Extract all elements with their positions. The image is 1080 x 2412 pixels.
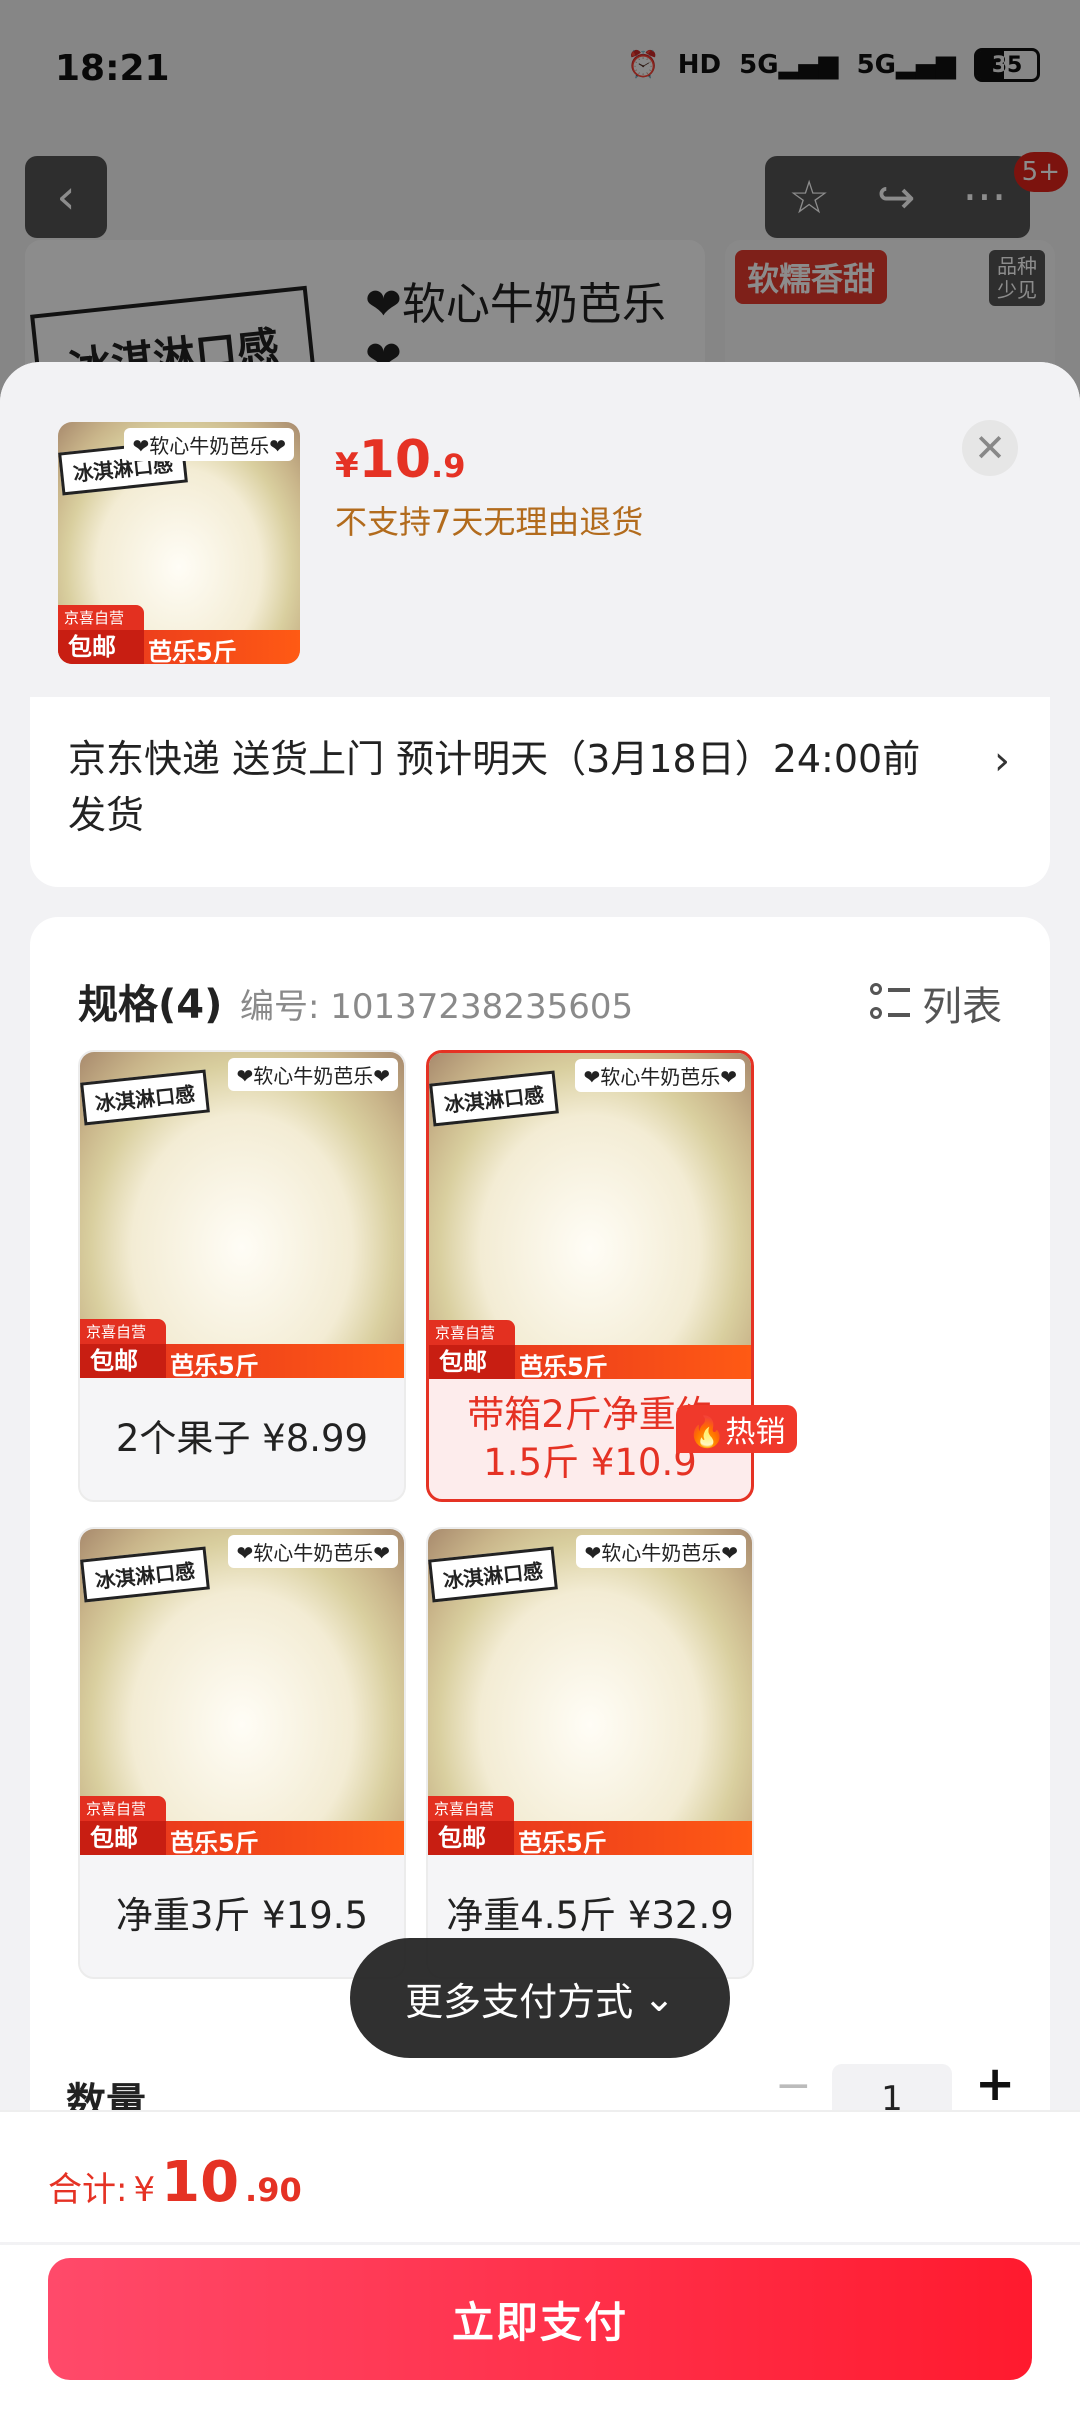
sheet-header: 冰淇淋口感 ❤软心牛奶芭乐❤ 京喜自营 芭乐5斤 包邮 ¥10.9 不支持7天无… bbox=[0, 362, 1080, 697]
spec-option-1[interactable]: 冰淇淋口感 ❤软心牛奶芭乐❤ 京喜自营 芭乐5斤 包邮 2个果子 ¥8.99 bbox=[78, 1050, 406, 1502]
more-payment-toast[interactable]: 更多支付方式 ⌄ bbox=[350, 1938, 730, 2058]
spec-option-4[interactable]: 冰淇淋口感 ❤软心牛奶芭乐❤ 京喜自营 芭乐5斤 包邮 净重4.5斤 ¥32.9 bbox=[426, 1527, 754, 1979]
total-price: 合计: ¥10.90 bbox=[48, 2150, 302, 2215]
list-view-toggle[interactable]: 列表 bbox=[870, 974, 1002, 1032]
pay-now-button[interactable]: 立即支付 bbox=[48, 2258, 1032, 2380]
quantity-increase-button[interactable]: + bbox=[975, 2056, 1015, 2112]
product-price: ¥10.9 bbox=[335, 430, 466, 490]
spec-option-image: 冰淇淋口感 ❤软心牛奶芭乐❤ 京喜自营 芭乐5斤 包邮 bbox=[80, 1052, 404, 1378]
spec-option-label: 2个果子 ¥8.99 bbox=[115, 1417, 369, 1460]
spec-option-3[interactable]: 冰淇淋口感 ❤软心牛奶芭乐❤ 京喜自营 芭乐5斤 包邮 净重3斤 ¥19.5 bbox=[78, 1527, 406, 1979]
spec-option-label: 净重3斤 ¥19.5 bbox=[115, 1894, 369, 1937]
checkout-footer: 合计: ¥10.90 立即支付 bbox=[0, 2110, 1080, 2412]
spec-option-image: 冰淇淋口感 ❤软心牛奶芭乐❤ 京喜自营 芭乐5斤 包邮 bbox=[428, 1529, 752, 1855]
spec-title: 规格(4) bbox=[78, 982, 223, 1028]
chevron-right-icon: › bbox=[994, 738, 1010, 784]
product-thumbnail: 冰淇淋口感 ❤软心牛奶芭乐❤ 京喜自营 芭乐5斤 包邮 bbox=[58, 422, 300, 664]
total-label: 合计: bbox=[48, 2170, 128, 2210]
quantity-decrease-button[interactable]: − bbox=[775, 2060, 812, 2111]
dim-overlay[interactable] bbox=[0, 0, 1080, 420]
more-payment-label: 更多支付方式 bbox=[405, 1979, 634, 2024]
spec-code: 编号: 10137238235605 bbox=[240, 987, 634, 1027]
footer-divider bbox=[0, 2242, 1080, 2245]
spec-option-image: 冰淇淋口感 ❤软心牛奶芭乐❤ 京喜自营 芭乐5斤 包邮 bbox=[429, 1053, 751, 1379]
close-button[interactable]: ✕ bbox=[962, 420, 1018, 476]
list-label: 列表 bbox=[922, 984, 1002, 1030]
return-policy-note: 不支持7天无理由退货 bbox=[335, 503, 644, 541]
list-icon bbox=[870, 983, 910, 1023]
watermark-text: 好好66889 bbox=[404, 777, 622, 826]
spec-option-image: 冰淇淋口感 ❤软心牛奶芭乐❤ 京喜自营 芭乐5斤 包邮 bbox=[80, 1529, 404, 1855]
hot-sale-badge: 🔥热销 bbox=[676, 1405, 798, 1453]
chevron-down-icon: ⌄ bbox=[643, 1976, 675, 2020]
